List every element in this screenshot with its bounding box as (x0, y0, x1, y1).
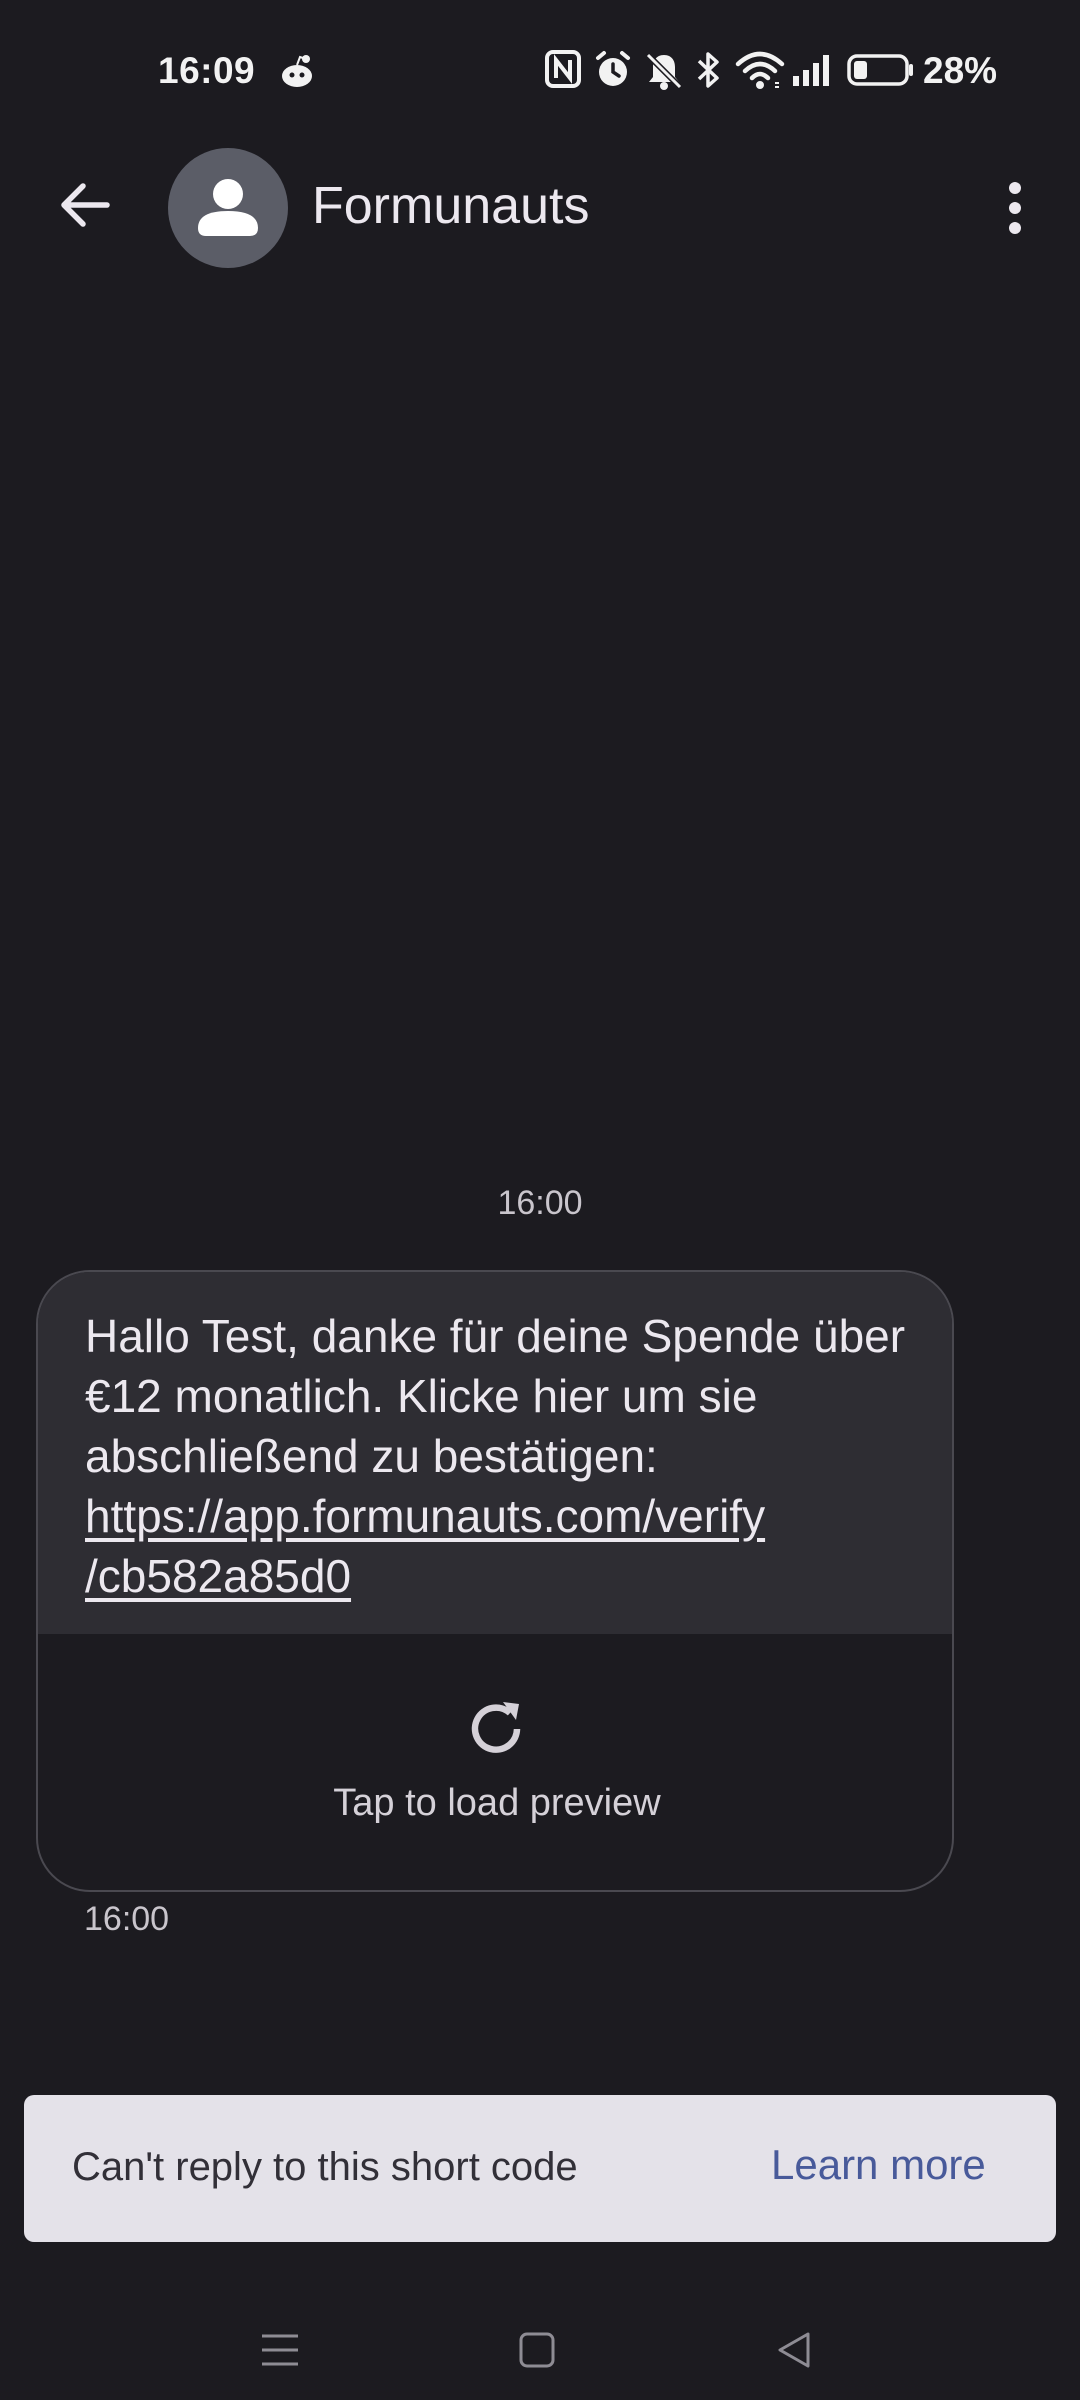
signal-icon (791, 50, 833, 94)
cannot-reply-banner: Can't reply to this short code Learn mor… (24, 2095, 1056, 2242)
message-link-line1: https://app.formunauts.com/verify (85, 1490, 766, 1542)
status-time: 16:09 (158, 50, 256, 91)
nfc-icon (545, 50, 585, 94)
battery-percent: 28% (923, 50, 998, 91)
menu-icon (262, 2334, 298, 2366)
message-link-line2: /cb582a85d0 (85, 1550, 352, 1602)
contact-name: Formunauts (312, 177, 590, 235)
learn-more-button[interactable]: Learn more (771, 2141, 986, 2189)
more-vert-icon (1009, 182, 1021, 234)
square-icon (519, 2332, 555, 2368)
recents-button[interactable] (240, 2310, 320, 2390)
avatar[interactable] (168, 148, 288, 268)
message-timestamp-header: 16:00 (497, 1184, 583, 1222)
message-text: Hallo Test, danke für deine Spende über … (85, 1310, 906, 1482)
message-bubble[interactable]: Hallo Test, danke für deine Spende über … (36, 1270, 954, 1892)
alarm-icon (593, 50, 637, 94)
arrow-left-icon (61, 183, 110, 227)
battery-icon (847, 50, 917, 94)
reddit-icon (275, 50, 319, 94)
status-icons (545, 48, 917, 96)
status-bar: 16:09 28% (0, 0, 1080, 140)
back-nav-button[interactable] (754, 2310, 834, 2390)
message-link[interactable]: https://app.formunauts.com/verify/cb582a… (85, 1490, 765, 1602)
banner-text: Can't reply to this short code (72, 2145, 578, 2189)
refresh-icon (461, 1694, 531, 1764)
home-button[interactable] (497, 2310, 577, 2390)
wifi-icon (735, 50, 787, 94)
link-preview[interactable]: Tap to load preview (38, 1634, 952, 1890)
more-options-button[interactable] (980, 168, 1050, 248)
message-body: Hallo Test, danke für deine Spende über … (38, 1272, 952, 1634)
bluetooth-icon (695, 50, 727, 94)
back-button[interactable] (40, 160, 130, 250)
navigation-bar (0, 2280, 1080, 2400)
mute-icon (643, 50, 689, 94)
person-icon (198, 179, 258, 236)
triangle-back-icon (778, 2332, 810, 2368)
preview-label: Tap to load preview (333, 1782, 661, 1824)
message-timestamp: 16:00 (84, 1900, 170, 1938)
